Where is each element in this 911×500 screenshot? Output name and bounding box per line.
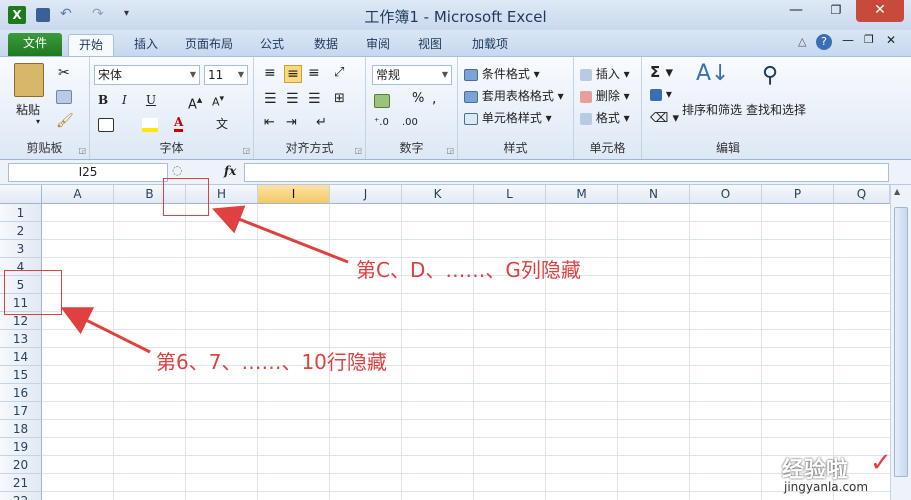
annotation-hidden-columns: 第C、D、……、G列隐藏	[356, 258, 581, 282]
watermark-check-icon: ✓	[870, 448, 892, 478]
annotation-hidden-rows: 第6、7、……、10行隐藏	[156, 350, 387, 374]
arrow-to-hidden-columns	[212, 205, 349, 264]
annotation-arrows	[60, 205, 349, 354]
arrow-to-hidden-rows	[60, 307, 151, 354]
watermark-url: jingyanla.com	[784, 480, 869, 494]
